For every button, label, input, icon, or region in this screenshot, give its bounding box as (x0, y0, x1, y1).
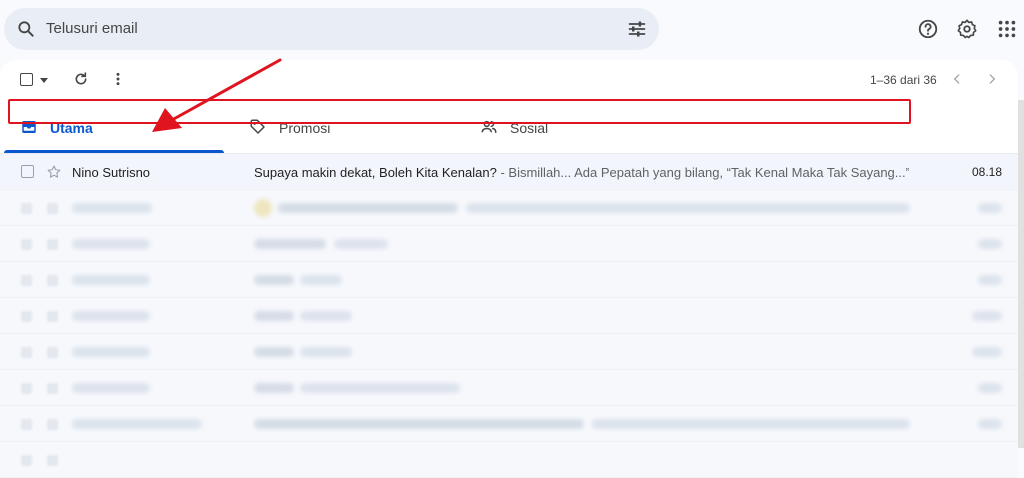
row-checkbox[interactable] (21, 165, 34, 178)
email-preview: Supaya makin dekat, Boleh Kita Kenalan? … (254, 165, 909, 180)
star-icon[interactable] (47, 419, 58, 430)
row-checkbox[interactable] (21, 239, 32, 250)
redacted-snippet (300, 347, 352, 357)
list-item[interactable] (0, 262, 1018, 298)
row-checkbox[interactable] (21, 203, 32, 214)
settings-icon[interactable] (956, 18, 978, 40)
redacted-time (978, 275, 1002, 285)
help-icon[interactable] (917, 18, 939, 40)
search-icon[interactable] (16, 19, 36, 39)
scrollbar[interactable] (1018, 100, 1024, 448)
redacted-time (972, 347, 1002, 357)
active-tab-indicator (4, 150, 224, 153)
redacted-sender (72, 239, 150, 249)
table-row[interactable]: Nino Sutrisno Supaya makin dekat, Boleh … (0, 154, 1018, 190)
tab-label: Promosi (279, 120, 331, 136)
search-bar[interactable]: Telusuri email (4, 8, 659, 50)
redacted-subject (254, 275, 294, 285)
mail-panel: 1–36 dari 36 Utama Promosi Sosial Nino S… (0, 60, 1018, 478)
redacted-subject (254, 311, 294, 321)
star-icon[interactable] (47, 203, 58, 214)
redacted-time (972, 311, 1002, 321)
row-checkbox[interactable] (21, 311, 32, 322)
chevron-right-icon[interactable] (985, 72, 999, 86)
chevron-left-icon[interactable] (950, 72, 964, 86)
filter-icon[interactable] (627, 19, 647, 39)
star-icon[interactable] (47, 347, 58, 358)
list-item[interactable] (0, 298, 1018, 334)
redacted-subject (254, 419, 584, 429)
more-icon[interactable] (110, 71, 126, 87)
list-item[interactable] (0, 334, 1018, 370)
people-icon (481, 120, 497, 133)
mail-toolbar: 1–36 dari 36 (0, 60, 1018, 100)
select-all-checkbox[interactable] (20, 73, 33, 86)
redacted-emoji (254, 199, 272, 217)
row-checkbox[interactable] (21, 383, 32, 394)
inbox-icon (22, 121, 36, 133)
tab-label: Utama (50, 120, 93, 136)
redacted-snippet (300, 275, 342, 285)
email-sender: Nino Sutrisno (72, 165, 151, 180)
list-item[interactable] (0, 190, 1018, 226)
list-item[interactable] (0, 442, 1018, 478)
chevron-down-icon[interactable] (40, 78, 48, 83)
row-checkbox[interactable] (21, 455, 32, 466)
redacted-snippet (592, 419, 910, 429)
star-icon[interactable] (47, 383, 58, 394)
redacted-snippet (300, 311, 352, 321)
redacted-time (978, 203, 1002, 213)
top-bar: Telusuri email (0, 0, 1024, 60)
apps-icon[interactable] (996, 18, 1018, 40)
redacted-subject (254, 239, 326, 249)
star-icon[interactable] (47, 239, 58, 250)
redacted-sender (72, 383, 150, 393)
tag-icon (250, 119, 265, 134)
pager-count: 1–36 dari 36 (870, 73, 937, 87)
redacted-sender (72, 347, 150, 357)
tab-label: Sosial (510, 120, 549, 136)
row-checkbox[interactable] (21, 275, 32, 286)
redacted-sender (72, 311, 150, 321)
email-time: 08.18 (971, 165, 1002, 179)
redacted-snippet (466, 203, 910, 213)
redacted-time (978, 239, 1002, 249)
list-item[interactable] (0, 370, 1018, 406)
email-subject: Supaya makin dekat, Boleh Kita Kenalan? (254, 165, 497, 180)
redacted-sender (72, 275, 150, 285)
refresh-icon[interactable] (73, 71, 89, 87)
redacted-time (978, 383, 1002, 393)
redacted-subject (278, 203, 458, 213)
list-item[interactable] (0, 406, 1018, 442)
list-item[interactable] (0, 226, 1018, 262)
redacted-snippet (334, 239, 388, 249)
row-checkbox[interactable] (21, 419, 32, 430)
redacted-time (978, 419, 1002, 429)
row-checkbox[interactable] (21, 347, 32, 358)
email-snippet: - Bismillah... Ada Pepatah yang bilang, … (496, 165, 909, 180)
search-input[interactable]: Telusuri email (46, 20, 138, 37)
redacted-subject (254, 347, 294, 357)
redacted-snippet (300, 383, 460, 393)
tab-sosial[interactable]: Sosial (460, 100, 690, 153)
tab-utama[interactable]: Utama (0, 100, 230, 153)
redacted-sender (72, 203, 152, 213)
star-icon[interactable] (47, 311, 58, 322)
redacted-subject (254, 383, 294, 393)
star-icon[interactable] (47, 455, 58, 466)
star-icon[interactable] (47, 275, 58, 286)
star-icon[interactable] (46, 164, 62, 180)
tab-promosi[interactable]: Promosi (229, 100, 459, 153)
redacted-sender (72, 419, 202, 429)
category-tabs: Utama Promosi Sosial (0, 100, 1018, 154)
